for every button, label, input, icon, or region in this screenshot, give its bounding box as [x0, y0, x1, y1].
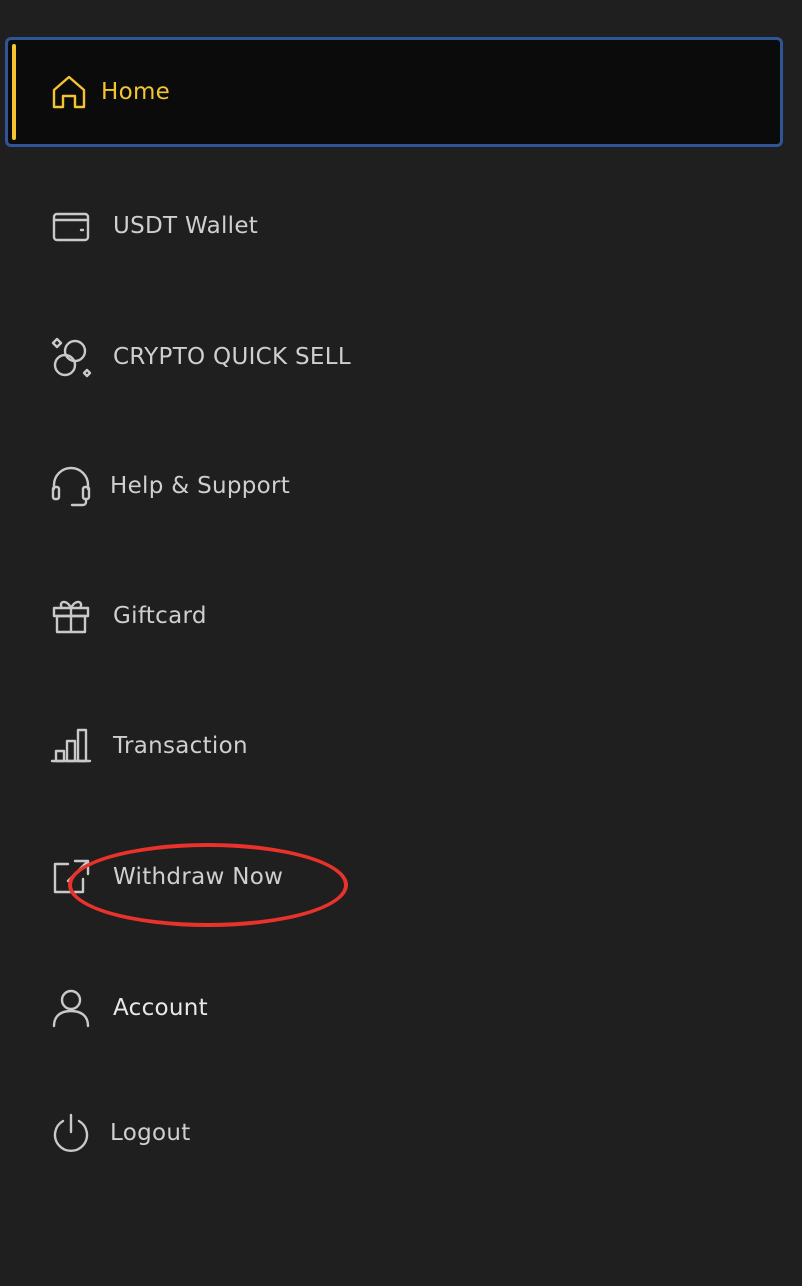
menu-item-label: Transaction: [113, 733, 248, 759]
menu-item-label: Account: [113, 995, 208, 1021]
active-indicator: [12, 44, 16, 140]
gift-icon: [48, 593, 94, 639]
menu-item-transaction[interactable]: Transaction: [0, 706, 802, 786]
menu-item-withdraw-now[interactable]: Withdraw Now: [0, 837, 802, 917]
menu-item-giftcard[interactable]: Giftcard: [0, 576, 802, 656]
user-icon: [48, 985, 94, 1031]
menu-item-label: USDT Wallet: [113, 213, 259, 239]
menu-item-label: Home: [101, 79, 171, 105]
menu-item-usdt-wallet[interactable]: USDT Wallet: [0, 186, 802, 266]
menu-item-label: Logout: [110, 1120, 191, 1146]
external-link-icon: [48, 854, 94, 900]
power-icon: [48, 1110, 94, 1156]
home-icon: [46, 69, 92, 115]
menu-item-label: Withdraw Now: [113, 864, 284, 890]
menu-item-label: Giftcard: [113, 603, 207, 629]
side-menu: Home USDT Wallet CRYPTO QUICK SELL Help …: [0, 0, 802, 1286]
headset-icon: [48, 463, 94, 509]
menu-item-account[interactable]: Account: [0, 968, 802, 1048]
wallet-icon: [48, 203, 94, 249]
coins-icon: [48, 334, 94, 380]
menu-item-help-support[interactable]: Help & Support: [0, 446, 802, 526]
menu-item-crypto-quick-sell[interactable]: CRYPTO QUICK SELL: [0, 317, 802, 397]
menu-item-home[interactable]: Home: [5, 37, 783, 147]
menu-item-label: CRYPTO QUICK SELL: [113, 344, 351, 370]
menu-item-logout[interactable]: Logout: [0, 1093, 802, 1173]
menu-item-label: Help & Support: [110, 473, 291, 499]
bar-chart-icon: [48, 723, 94, 769]
